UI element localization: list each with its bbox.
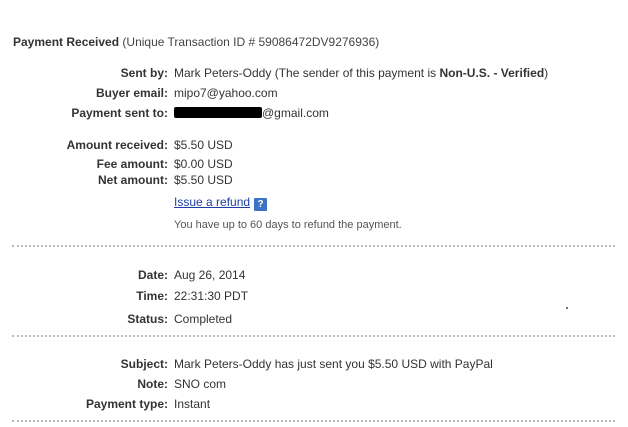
status-label: Status: bbox=[127, 312, 168, 326]
status-value: Completed bbox=[174, 312, 233, 326]
stray-dot bbox=[566, 307, 568, 309]
time-label: Time: bbox=[136, 289, 168, 303]
note-value: SNO com bbox=[174, 377, 227, 391]
sender-name: Mark Peters-Oddy bbox=[174, 66, 272, 80]
amount-received-label: Amount received: bbox=[66, 138, 168, 152]
date-label: Date: bbox=[137, 268, 168, 282]
buyer-email-label: Buyer email: bbox=[95, 86, 168, 100]
amount-received-value: $5.50 USD bbox=[174, 138, 233, 152]
sent-by-label: Sent by: bbox=[120, 66, 168, 80]
buyer-email-value: mipo7@yahoo.com bbox=[174, 86, 278, 100]
payment-sent-to-label: Payment sent to: bbox=[71, 106, 168, 120]
section-separator bbox=[12, 335, 615, 337]
page-title: Payment Received (Unique Transaction ID … bbox=[13, 35, 379, 49]
subject-label: Subject: bbox=[120, 357, 168, 371]
payment-type-value: Instant bbox=[174, 397, 211, 411]
sender-status-suffix: ) bbox=[544, 66, 549, 80]
section-separator bbox=[12, 420, 615, 422]
issue-refund-link[interactable]: Issue a refund bbox=[174, 195, 250, 209]
sender-status-prefix: (The sender of this payment is bbox=[274, 66, 437, 80]
fee-amount-value: $0.00 USD bbox=[174, 157, 233, 171]
title-bold: Payment Received bbox=[13, 35, 120, 49]
fee-amount-label: Fee amount: bbox=[96, 157, 168, 171]
payment-sent-to-value: @gmail.com bbox=[174, 106, 329, 120]
transaction-id: (Unique Transaction ID # 59086472DV92769… bbox=[122, 35, 380, 49]
subject-value: Mark Peters-Oddy has just sent you $5.50… bbox=[174, 357, 493, 371]
date-value: Aug 26, 2014 bbox=[174, 268, 246, 282]
redaction-block bbox=[174, 107, 262, 118]
section-separator bbox=[12, 245, 615, 247]
refund-note: You have up to 60 days to refund the pay… bbox=[174, 219, 402, 231]
refund-row: Issue a refund? bbox=[174, 195, 268, 211]
time-value: 22:31:30 PDT bbox=[174, 289, 249, 303]
recipient-email-domain: @gmail.com bbox=[262, 106, 329, 120]
sender-status: Non-U.S. - Verified bbox=[439, 66, 545, 80]
net-amount-value: $5.50 USD bbox=[174, 173, 233, 187]
note-label: Note: bbox=[137, 377, 168, 391]
net-amount-label: Net amount: bbox=[98, 173, 168, 187]
sent-by-value: Mark Peters-Oddy (The sender of this pay… bbox=[174, 66, 548, 80]
help-question-icon[interactable]: ? bbox=[254, 198, 268, 211]
payment-type-label: Payment type: bbox=[85, 397, 168, 411]
